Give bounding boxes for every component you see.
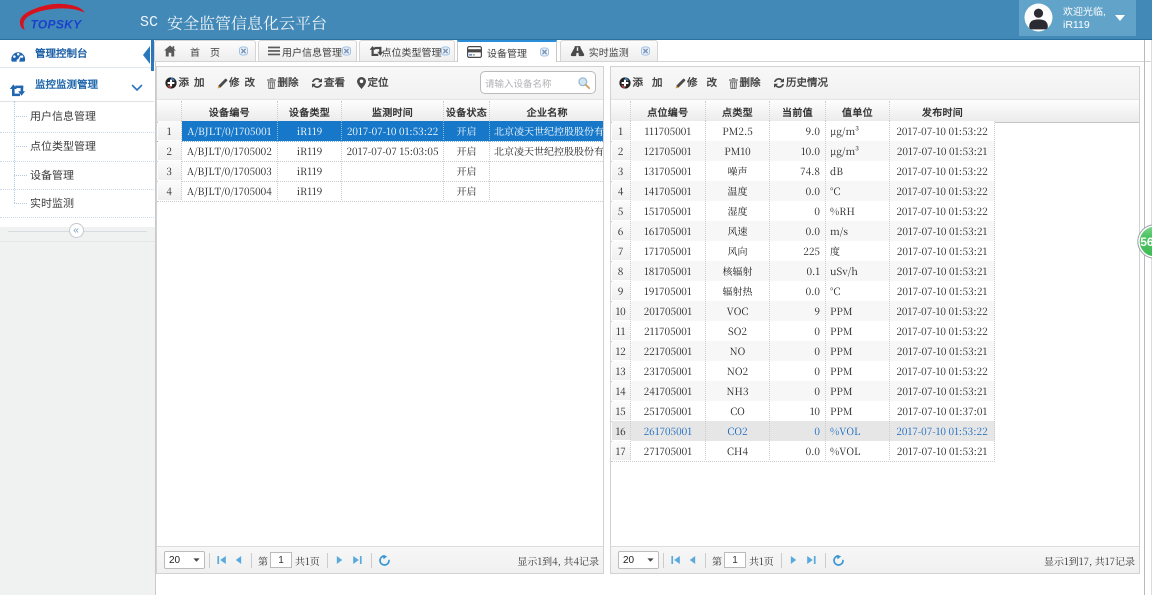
svg-text:56: 56 — [1140, 235, 1152, 249]
svg-text:TOPSKY: TOPSKY — [31, 18, 83, 32]
